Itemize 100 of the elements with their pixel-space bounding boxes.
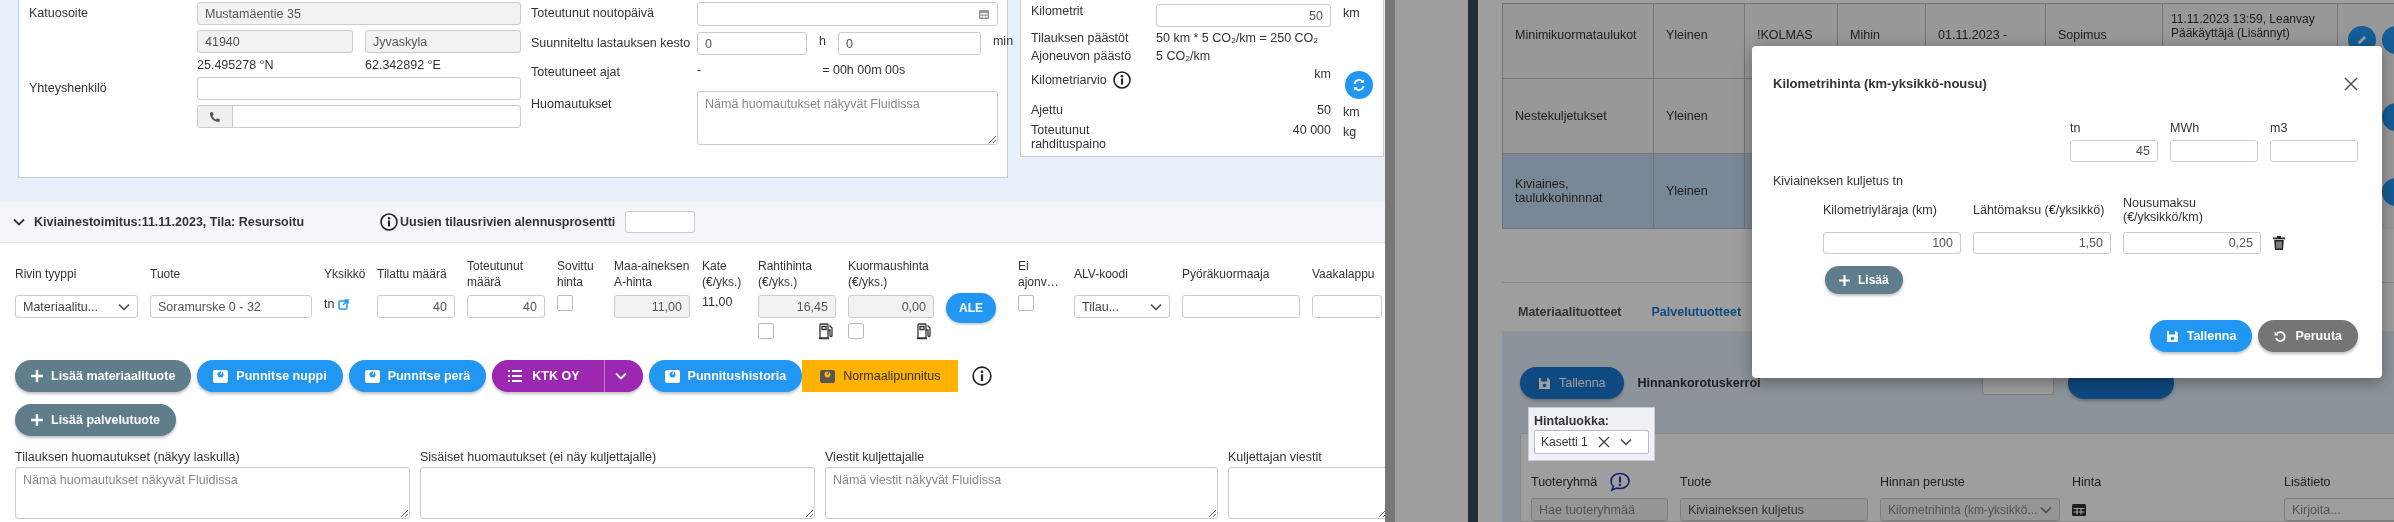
delete-icon[interactable]: [2273, 236, 2285, 250]
alert-bubble-icon[interactable]: [1609, 472, 1632, 492]
input-field[interactable]: 45: [2070, 140, 2158, 162]
emissions-text: 5 CO₂/km: [1156, 49, 1212, 63]
undo-icon: [2274, 329, 2288, 343]
discount-label: Uusien tilausrivien alennusprosentti: [400, 215, 616, 229]
price-field[interactable]: 11,00: [614, 295, 690, 319]
column-header: Ei ajonv…: [1018, 259, 1060, 291]
phone-field[interactable]: [197, 105, 521, 128]
section-label: Kiviaineksen kuljetus tn: [1773, 174, 1904, 188]
close-icon[interactable]: [2344, 76, 2358, 91]
notes-field[interactable]: [1228, 467, 1388, 520]
column-header: Lähtömaksu (€/yksikkö): [1973, 203, 2106, 217]
ordered-field[interactable]: 40: [377, 295, 455, 319]
factor-label: Hinnankorotuskerroi: [1637, 376, 1762, 390]
fuel-pump-icon[interactable]: [818, 322, 836, 341]
minutes-field[interactable]: 0: [837, 32, 981, 55]
freight-field[interactable]: 16,45: [758, 295, 836, 319]
input-field[interactable]: 41940: [197, 30, 353, 53]
table-cell: Yleinen: [1653, 154, 1744, 229]
input-field[interactable]: Mustamäentie 35: [197, 2, 521, 25]
unit-label: min: [991, 33, 1015, 48]
table-icon[interactable]: [2072, 503, 2086, 516]
checkbox[interactable]: [1018, 295, 1034, 312]
list-icon: [508, 370, 523, 383]
action-button[interactable]: Lisää palvelutuote: [15, 404, 177, 437]
cancel-button[interactable]: Peruuta: [2258, 320, 2358, 352]
product-field[interactable]: Soramurske 0 - 32: [150, 295, 312, 319]
column-header: Tilattu määrä: [377, 266, 448, 283]
calendar-icon: [978, 8, 990, 20]
input-field[interactable]: [197, 77, 521, 100]
scale-icon: [664, 369, 680, 384]
refresh-button[interactable]: [1345, 71, 1373, 99]
unit-label: tn: [2070, 121, 2082, 135]
input-field[interactable]: 100: [1823, 232, 1961, 254]
column-header: Kate (€/yks.): [702, 259, 743, 291]
scale-icon: [213, 369, 229, 384]
column-header: ALV-koodi: [1074, 266, 1129, 283]
field-label: Viestit kuljettajalle: [825, 450, 926, 465]
plus-icon: [31, 370, 43, 383]
input-field[interactable]: 1,50: [1973, 232, 2111, 254]
discount-field[interactable]: [625, 211, 696, 233]
unit-label: h: [818, 33, 827, 48]
info-field[interactable]: Kirjoita...: [2284, 498, 2394, 521]
column-header: Tuoteryhmä: [1531, 475, 1598, 489]
date-field[interactable]: [697, 2, 998, 26]
tab[interactable]: Palvelutuotteet: [1651, 305, 1742, 319]
input-field[interactable]: [2170, 140, 2258, 162]
search-field[interactable]: Hae tuoteryhmää: [1531, 498, 1668, 521]
unit-label: MWh: [2170, 121, 2201, 135]
unit-label: km: [1314, 67, 1331, 81]
input-field[interactable]: [2270, 140, 2358, 162]
external-link-icon[interactable]: [338, 298, 350, 310]
scale-icon: [364, 369, 380, 384]
info-icon[interactable]: [380, 213, 398, 231]
margin-value: 11,00: [702, 295, 734, 310]
column-header: Nousumaksu (€/yksikkö/km): [2123, 196, 2204, 224]
table-cell[interactable]: Kiviaines, taulukkohinnnat: [1502, 154, 1653, 229]
notes-field[interactable]: [420, 467, 815, 520]
tab[interactable]: Materiaalituotteet: [1518, 305, 1622, 319]
info-icon[interactable]: [972, 366, 993, 387]
add-button[interactable]: Lisää: [1825, 266, 1903, 294]
notes-field[interactable]: Nämä viestit näkyvät Fluidissa: [825, 467, 1218, 520]
unit-label: m3: [2270, 121, 2289, 135]
column-header: Tuote: [1680, 475, 1713, 489]
scale-ticket-field[interactable]: [1312, 295, 1382, 319]
action-button[interactable]: KTK OY: [492, 360, 643, 393]
hours-field[interactable]: 0: [697, 32, 807, 55]
kilometers-field[interactable]: 50: [1156, 4, 1331, 27]
field-label: Kilometrit: [1031, 4, 1085, 18]
checkbox[interactable]: [557, 295, 573, 312]
product-field[interactable]: Kiviaineksen kuljetus: [1680, 498, 1868, 521]
delivered-field[interactable]: 40: [467, 295, 545, 319]
section-header[interactable]: Kiviainestoimitus:11.11.2023, Tila: Resursoitu Uusien tilausrivien alennusprosentti: [0, 202, 1385, 243]
checkbox[interactable]: [848, 323, 864, 340]
clear-icon[interactable]: [1597, 436, 1610, 448]
scrollbar[interactable]: [1385, 0, 1395, 522]
action-button[interactable]: Lisää materiaalituote: [15, 360, 192, 393]
info-icon[interactable]: [1112, 71, 1131, 89]
field-label: Ajoneuvon päästö: [1031, 49, 1133, 63]
save-button[interactable]: Tallenna: [1520, 367, 1624, 399]
row-type-select[interactable]: Materiaalitu...: [15, 295, 138, 319]
input-field[interactable]: 0,25: [2123, 232, 2261, 254]
checkbox[interactable]: [758, 323, 774, 340]
input-field[interactable]: Jyvaskyla: [365, 30, 521, 53]
field-label: Yhteyshenkilö: [29, 80, 108, 97]
loader-field[interactable]: [1182, 295, 1300, 319]
action-button[interactable]: Normaalipunnitus: [802, 360, 959, 393]
save-icon: [2165, 329, 2179, 343]
unit-label: kg: [1342, 124, 1358, 139]
loading-field[interactable]: 0,00: [848, 295, 934, 319]
price-class-select[interactable]: Kasetti 1: [1534, 430, 1649, 454]
notes-field[interactable]: Nämä huomautukset näkyvät Fluidissa: [697, 91, 998, 145]
unit-text: tn: [324, 297, 335, 312]
column-header: Rivin tyyppi: [15, 266, 78, 283]
fuel-pump-icon[interactable]: [916, 322, 934, 341]
notes-field[interactable]: Nämä huomautukset näkyvät Fluidissa: [15, 467, 410, 520]
emissions-text: 50 km * 5 CO₂/km = 250 CO₂: [1156, 31, 1320, 45]
vat-select[interactable]: Tilau...: [1074, 295, 1170, 319]
unit-label: km: [1342, 104, 1361, 119]
